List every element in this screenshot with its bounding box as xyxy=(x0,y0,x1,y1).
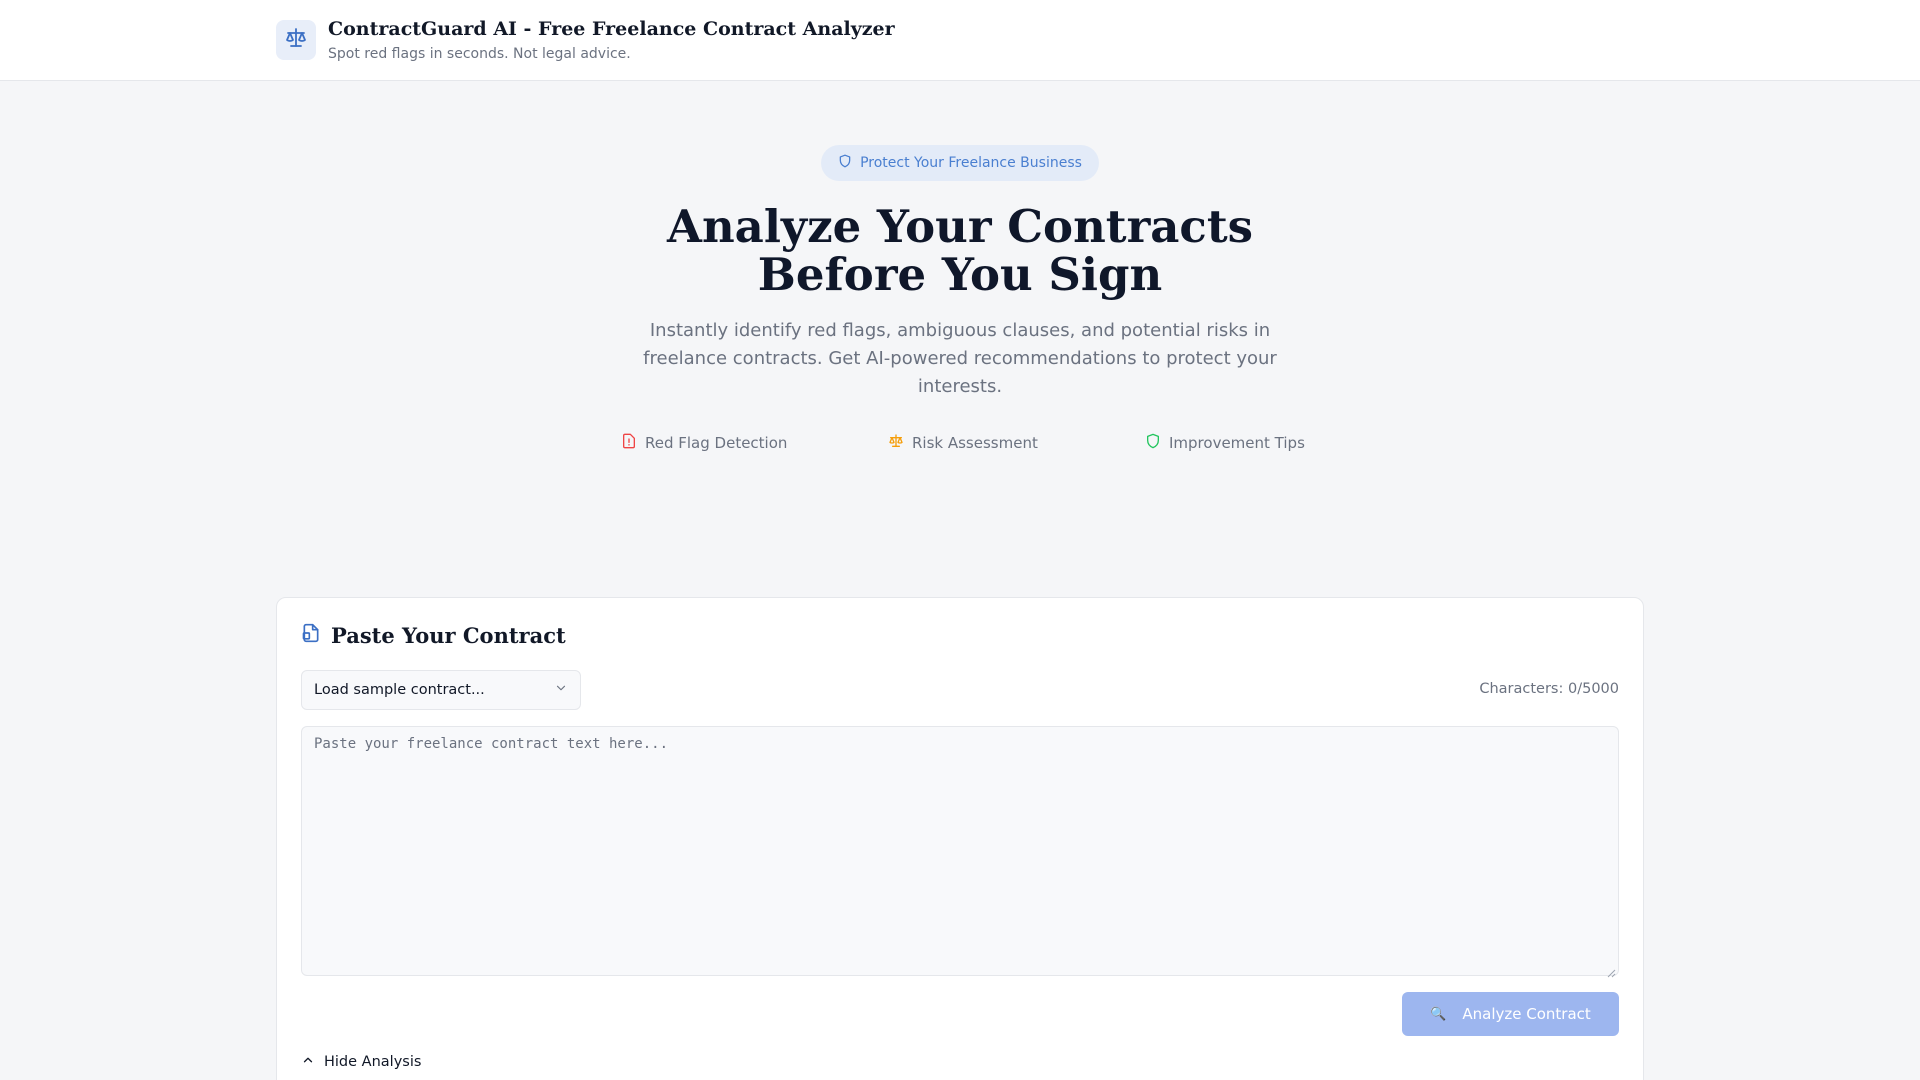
alert-file-icon xyxy=(621,433,637,453)
app-title: ContractGuard AI - Free Freelance Contra… xyxy=(328,18,895,40)
sample-contract-select[interactable]: Load sample contract... xyxy=(301,670,581,710)
select-value: Load sample contract... xyxy=(314,682,485,698)
contract-textarea[interactable] xyxy=(301,726,1619,976)
hide-analysis-toggle[interactable]: Hide Analysis xyxy=(301,1052,421,1072)
feature-label: Risk Assessment xyxy=(912,434,1038,452)
top-header: ContractGuard AI - Free Freelance Contra… xyxy=(0,0,1920,81)
resize-handle-icon[interactable] xyxy=(1606,963,1616,978)
feature-improvement-tips: Improvement Tips xyxy=(1145,433,1305,453)
character-count: Characters: 0/5000 xyxy=(1479,681,1619,697)
card-header: Paste Your Contract xyxy=(301,621,566,649)
chevron-down-icon xyxy=(554,681,568,699)
app-subtitle: Spot red flags in seconds. Not legal adv… xyxy=(328,46,631,62)
feature-risk-assessment: Risk Assessment xyxy=(888,433,1038,453)
hero-badge: Protect Your Freelance Business xyxy=(821,145,1099,181)
hero-description: Instantly identify red flags, ambiguous … xyxy=(643,320,1277,397)
hero-badge-label: Protect Your Freelance Business xyxy=(860,155,1082,171)
feature-red-flag-detection: Red Flag Detection xyxy=(621,433,787,453)
chevron-up-icon xyxy=(301,1053,315,1071)
scale-icon xyxy=(284,26,308,54)
feature-label: Red Flag Detection xyxy=(645,434,788,452)
feature-label: Improvement Tips xyxy=(1169,434,1305,452)
hero-title-line2: Before You Sign xyxy=(757,248,1163,301)
scale-icon xyxy=(888,433,904,453)
shield-icon xyxy=(838,154,852,172)
analyze-button-label: Analyze Contract xyxy=(1462,1005,1591,1023)
logo xyxy=(276,20,316,60)
hero-title-line1: Analyze Your Contracts xyxy=(667,200,1253,253)
document-icon xyxy=(301,623,321,647)
analyze-contract-button[interactable]: 🔍 Analyze Contract xyxy=(1402,992,1619,1036)
search-icon: 🔍 xyxy=(1430,1006,1447,1022)
shield-icon xyxy=(1145,433,1161,453)
hide-analysis-label: Hide Analysis xyxy=(324,1054,422,1070)
card-title: Paste Your Contract xyxy=(331,622,566,648)
hero-title: Analyze Your Contracts Before You Sign xyxy=(560,203,1360,299)
